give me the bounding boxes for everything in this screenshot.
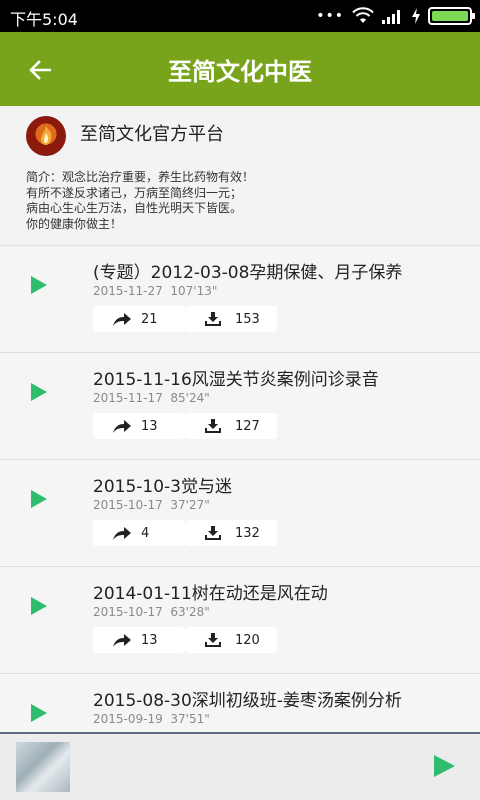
download-count: 153 <box>235 311 260 327</box>
app-bar: 至简文化中医 <box>0 32 480 106</box>
item-date: 2015-10-17 <box>93 605 163 619</box>
download-button[interactable]: 132 <box>185 520 277 546</box>
download-icon <box>205 633 221 647</box>
description-line: 你的健康你做主！ <box>26 216 123 231</box>
list-item[interactable]: 2015-11-16风湿关节炎案例问诊录音 2015-11-17 85'24" … <box>0 353 480 460</box>
share-button[interactable]: 4 <box>93 520 185 546</box>
share-count: 4 <box>141 525 150 541</box>
item-date: 2015-10-17 <box>93 498 163 512</box>
item-title: 2014-01-11树在动还是风在动 <box>93 584 328 604</box>
download-button[interactable]: 153 <box>185 306 277 332</box>
mini-player <box>0 732 480 800</box>
player-thumbnail[interactable] <box>16 742 70 792</box>
download-icon <box>205 526 221 540</box>
item-meta: 2015-11-27 107'13" <box>93 284 217 298</box>
description-line: 病由心生心生万法，自性光明天下皆医。 <box>26 201 243 215</box>
channel-name: 至简文化官方平台 <box>80 124 224 145</box>
list-item[interactable]: 2015-08-30深圳初级班-姜枣汤案例分析 2015-09-19 37'51… <box>0 674 480 732</box>
item-title: 2015-08-30深圳初级班-姜枣汤案例分析 <box>93 691 402 711</box>
download-button[interactable]: 127 <box>185 413 277 439</box>
share-button[interactable]: 13 <box>93 413 185 439</box>
signal-icon <box>382 10 400 24</box>
item-date: 2015-11-27 <box>93 284 163 298</box>
download-icon <box>205 312 221 326</box>
page-title: 至简文化中医 <box>168 58 312 86</box>
share-count: 13 <box>141 418 158 434</box>
play-icon[interactable] <box>30 383 48 401</box>
play-icon[interactable] <box>30 276 48 294</box>
wifi-icon <box>352 7 374 23</box>
channel-header: 至简文化官方平台 简介：观念比治疗重要，养生比药物有效！ 有所不遂反求诸己，万病… <box>0 106 480 246</box>
status-bar: 下午5:04 ••• <box>0 0 480 32</box>
item-duration: 37'27" <box>170 498 210 512</box>
more-dots-icon: ••• <box>316 8 344 24</box>
status-time: 下午5:04 <box>10 10 78 29</box>
download-count: 132 <box>235 525 260 541</box>
share-count: 21 <box>141 311 158 327</box>
share-count: 13 <box>141 632 158 648</box>
item-duration: 37'51" <box>170 712 210 726</box>
status-icons: ••• <box>316 6 475 26</box>
item-duration: 107'13" <box>170 284 218 298</box>
channel-logo <box>26 116 66 156</box>
item-duration: 63'28" <box>170 605 210 619</box>
share-icon <box>113 527 131 540</box>
item-meta: 2015-10-17 37'27" <box>93 498 210 512</box>
item-title: 2015-11-16风湿关节炎案例问诊录音 <box>93 370 379 390</box>
item-title: 2015-10-3觉与迷 <box>93 477 232 497</box>
list-item[interactable]: (专题）2012-03-08孕期保健、月子保养 2015-11-27 107'1… <box>0 246 480 353</box>
list-item[interactable]: 2014-01-11树在动还是风在动 2015-10-17 63'28" 13 … <box>0 567 480 674</box>
item-meta: 2015-11-17 85'24" <box>93 391 210 405</box>
item-date: 2015-09-19 <box>93 712 163 726</box>
item-title: (专题）2012-03-08孕期保健、月子保养 <box>93 263 403 283</box>
item-meta: 2015-09-19 37'51" <box>93 712 210 726</box>
item-meta: 2015-10-17 63'28" <box>93 605 210 619</box>
battery-icon <box>428 7 475 25</box>
charging-icon <box>412 8 420 24</box>
share-icon <box>113 313 131 326</box>
list-item[interactable]: 2015-10-3觉与迷 2015-10-17 37'27" 4 132 <box>0 460 480 567</box>
download-count: 120 <box>235 632 260 648</box>
share-button[interactable]: 13 <box>93 627 185 653</box>
item-date: 2015-11-17 <box>93 391 163 405</box>
description-line: 简介：观念比治疗重要，养生比药物有效！ <box>26 170 255 184</box>
audio-list: (专题）2012-03-08孕期保健、月子保养 2015-11-27 107'1… <box>0 246 480 732</box>
item-duration: 85'24" <box>170 391 210 405</box>
share-icon <box>113 420 131 433</box>
player-play-icon[interactable] <box>432 754 456 778</box>
download-count: 127 <box>235 418 260 434</box>
play-icon[interactable] <box>30 490 48 508</box>
play-icon[interactable] <box>30 597 48 615</box>
play-icon[interactable] <box>30 704 48 722</box>
download-icon <box>205 419 221 433</box>
download-button[interactable]: 120 <box>185 627 277 653</box>
channel-description: 简介：观念比治疗重要，养生比药物有效！ 有所不遂反求诸己，万病至简终归一元； 病… <box>26 170 466 232</box>
share-icon <box>113 634 131 647</box>
share-button[interactable]: 21 <box>93 306 185 332</box>
description-line: 有所不遂反求诸己，万病至简终归一元； <box>26 185 243 200</box>
